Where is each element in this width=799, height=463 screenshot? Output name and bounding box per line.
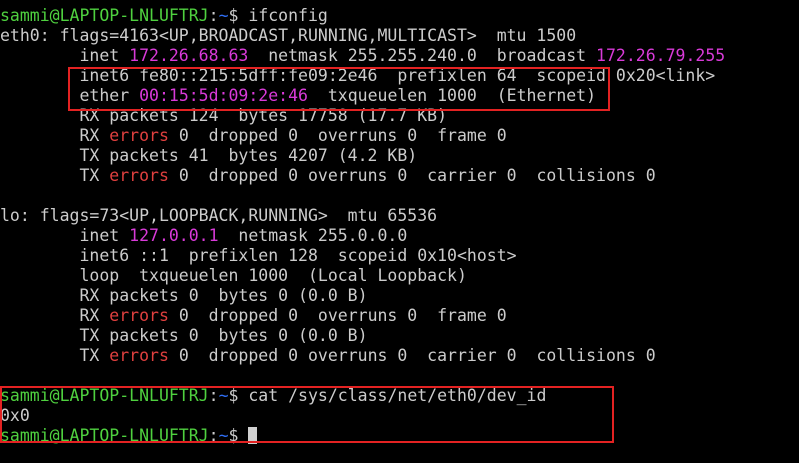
prompt-path: ~ [218, 426, 229, 445]
eth0-inet-line: inet 172.26.68.63 netmask 255.255.240.0 … [0, 46, 799, 66]
eth0-rx-packets-line: RX packets 124 bytes 17758 (17.7 KB) [0, 106, 448, 125]
eth0-inet-label: inet [0, 46, 130, 65]
prompt-separator: : [208, 6, 219, 25]
eth0-mac-address: 00:15:5d:09:2e:46 [139, 86, 308, 105]
prompt-user: sammi@LAPTOP-LNLUFTRJ [0, 426, 209, 445]
eth0-ether-label: ether [0, 86, 140, 105]
eth0-broadcast-address: 172.26.79.255 [596, 46, 726, 65]
eth0-rx-errors-line: RX errors 0 dropped 0 overruns 0 frame 0 [0, 126, 799, 146]
lo-tx-errors-line: TX errors 0 dropped 0 overruns 0 carrier… [0, 346, 799, 366]
prompt-symbol: $ [228, 6, 249, 25]
eth0-tx-errors-rest: 0 dropped 0 overruns 0 carrier 0 collisi… [168, 166, 656, 185]
eth0-tx-packets-line: TX packets 41 bytes 4207 (4.2 KB) [0, 146, 418, 165]
lo-rx-prefix: RX [0, 306, 110, 325]
terminal-window[interactable]: sammi@LAPTOP-LNLUFTRJ:~$ ifconfig eth0: … [0, 0, 799, 463]
lo-inet6-line: inet6 ::1 prefixlen 128 scopeid 0x10<hos… [0, 246, 517, 265]
prompt-path: ~ [218, 6, 229, 25]
lo-header: lo: flags=73<UP,LOOPBACK,RUNNING> mtu 65… [0, 206, 438, 225]
eth0-inet-address: 172.26.68.63 [129, 46, 249, 65]
lo-rx-errors-rest: 0 dropped 0 overruns 0 frame 0 [168, 306, 507, 325]
eth0-rx-errors-word: errors [109, 126, 169, 145]
prompt-user: sammi@LAPTOP-LNLUFTRJ [0, 6, 209, 25]
lo-inet-address: 127.0.0.1 [129, 226, 219, 245]
lo-inet-line: inet 127.0.0.1 netmask 255.0.0.0 [0, 226, 799, 246]
lo-rx-packets-line: RX packets 0 bytes 0 (0.0 B) [0, 286, 368, 305]
lo-tx-prefix: TX [0, 346, 110, 365]
prompt-separator: : [208, 426, 219, 445]
prompt-path: ~ [218, 386, 229, 405]
prompt-symbol: $ [228, 386, 249, 405]
eth0-ether-rest: txqueuelen 1000 (Ethernet) [307, 86, 597, 105]
lo-loop-line: loop txqueuelen 1000 (Local Loopback) [0, 266, 467, 285]
eth0-inet6-line: inet6 fe80::215:5dff:fe09:2e46 prefixlen… [0, 66, 716, 85]
prompt-user: sammi@LAPTOP-LNLUFTRJ [0, 386, 209, 405]
eth0-tx-errors-line: TX errors 0 dropped 0 overruns 0 carrier… [0, 166, 799, 186]
lo-tx-packets-line: TX packets 0 bytes 0 (0.0 B) [0, 326, 368, 345]
cat-output: 0x0 [0, 406, 30, 425]
prompt-line-cat: sammi@LAPTOP-LNLUFTRJ:~$ cat /sys/class/… [0, 386, 799, 406]
eth0-ether-line: ether 00:15:5d:09:2e:46 txqueuelen 1000 … [0, 86, 799, 106]
lo-tx-errors-word: errors [109, 346, 169, 365]
eth0-netmask-broadcast: netmask 255.255.240.0 broadcast [248, 46, 597, 65]
lo-inet-label: inet [0, 226, 130, 245]
command-text: ifconfig [248, 6, 328, 25]
command-text: cat /sys/class/net/eth0/dev_id [248, 386, 547, 405]
lo-tx-errors-rest: 0 dropped 0 overruns 0 carrier 0 collisi… [168, 346, 656, 365]
lo-netmask: netmask 255.0.0.0 [218, 226, 408, 245]
prompt-line-active[interactable]: sammi@LAPTOP-LNLUFTRJ:~$ [0, 426, 799, 446]
eth0-tx-prefix: TX [0, 166, 110, 185]
lo-rx-errors-word: errors [109, 306, 169, 325]
eth0-tx-errors-word: errors [109, 166, 169, 185]
eth0-rx-errors-rest: 0 dropped 0 overruns 0 frame 0 [168, 126, 507, 145]
prompt-separator: : [208, 386, 219, 405]
text-cursor [248, 427, 258, 444]
prompt-line-ifconfig: sammi@LAPTOP-LNLUFTRJ:~$ ifconfig [0, 6, 799, 26]
lo-rx-errors-line: RX errors 0 dropped 0 overruns 0 frame 0 [0, 306, 799, 326]
prompt-symbol: $ [228, 426, 249, 445]
eth0-rx-prefix: RX [0, 126, 110, 145]
eth0-header: eth0: flags=4163<UP,BROADCAST,RUNNING,MU… [0, 26, 577, 45]
